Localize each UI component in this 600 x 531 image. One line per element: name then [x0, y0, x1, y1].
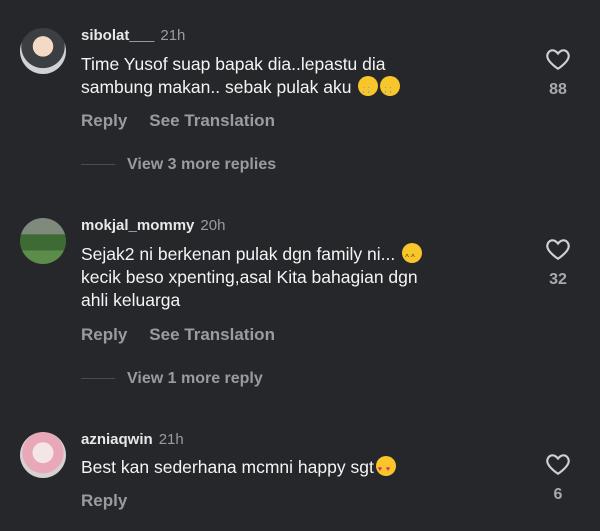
like-count: 88	[549, 81, 567, 98]
heart-outline-icon	[546, 239, 570, 261]
comment-text: Best kan sederhana mcmni happy sgt	[81, 456, 511, 481]
loudly-crying-emoji-icon	[380, 76, 401, 101]
see-translation-button[interactable]: See Translation	[149, 325, 275, 344]
tears-of-joy-emoji-icon	[402, 243, 423, 269]
timestamp: 21h	[158, 431, 184, 448]
timestamp: 21h	[160, 27, 186, 44]
like-button[interactable]: 88	[544, 47, 572, 99]
view-more-replies-label: View 1 more reply	[127, 370, 263, 387]
loudly-crying-emoji-icon	[358, 76, 379, 101]
comment-text: Sejak2 ni berkenan pulak dgn family ni..…	[81, 243, 511, 312]
heart-outline-icon	[546, 454, 570, 476]
like-button[interactable]: 6	[544, 452, 572, 504]
comment-actions: Reply See Translation	[81, 111, 297, 131]
avatar[interactable]	[20, 432, 66, 478]
view-more-replies[interactable]: View 1 more reply	[81, 370, 263, 388]
avatar[interactable]	[20, 28, 66, 74]
reply-button[interactable]: Reply	[81, 111, 127, 130]
heart-eyes-emoji-icon	[375, 456, 396, 481]
view-more-replies[interactable]: View 3 more replies	[81, 156, 276, 174]
comment-actions: Reply	[81, 491, 149, 511]
see-translation-button[interactable]: See Translation	[149, 111, 275, 130]
heart-outline-icon	[546, 49, 570, 71]
comment-header: azniaqwin 21h	[81, 431, 184, 448]
comment-text: Time Yusof suap bapak dia..lepastu dia sa…	[81, 53, 511, 101]
like-count: 32	[549, 271, 567, 288]
reply-button[interactable]: Reply	[81, 325, 127, 344]
timestamp: 20h	[200, 217, 226, 234]
username[interactable]: azniaqwin	[81, 431, 153, 448]
like-button[interactable]: 32	[544, 237, 572, 289]
replies-divider	[81, 164, 115, 166]
avatar[interactable]	[20, 218, 66, 264]
view-more-replies-label: View 3 more replies	[127, 156, 277, 173]
comment-actions: Reply See Translation	[81, 325, 297, 345]
replies-divider	[81, 378, 115, 380]
comment-header: mokjal_mommy 20h	[81, 217, 225, 234]
reply-button[interactable]: Reply	[81, 491, 127, 510]
username[interactable]: mokjal_mommy	[81, 217, 194, 234]
username[interactable]: sibolat___	[81, 27, 154, 44]
like-count: 6	[553, 486, 563, 503]
comment-header: sibolat___ 21h	[81, 27, 185, 44]
